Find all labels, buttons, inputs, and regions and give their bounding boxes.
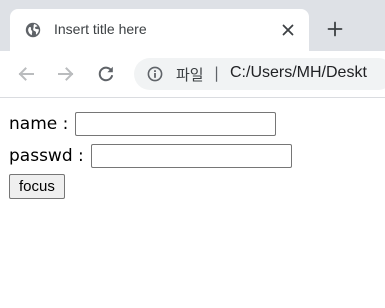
arrow-right-icon[interactable] xyxy=(56,64,76,84)
tab-title: Insert title here xyxy=(54,21,147,37)
passwd-input[interactable] xyxy=(90,144,292,168)
url-text[interactable]: C:/Users/MH/Deskt xyxy=(230,64,367,82)
url-scheme-label: 파일 xyxy=(176,66,204,84)
tab-strip: Insert title here xyxy=(0,0,385,51)
globe-icon xyxy=(25,22,41,38)
arrow-left-icon[interactable] xyxy=(16,64,36,84)
name-row: name : xyxy=(9,112,277,136)
passwd-row: passwd : xyxy=(9,144,292,168)
reload-icon[interactable] xyxy=(96,64,116,84)
plus-icon[interactable] xyxy=(327,21,343,37)
focus-button[interactable]: focus xyxy=(9,174,65,199)
active-tab[interactable]: Insert title here xyxy=(10,9,309,51)
info-icon[interactable] xyxy=(147,66,163,82)
page-content: name : passwd : focus xyxy=(0,98,385,308)
name-input[interactable] xyxy=(75,112,277,136)
address-bar[interactable]: 파일 | C:/Users/MH/Deskt xyxy=(134,58,385,90)
passwd-label: passwd : xyxy=(9,146,84,166)
close-icon[interactable] xyxy=(280,22,296,38)
toolbar: 파일 | C:/Users/MH/Deskt xyxy=(0,51,385,98)
url-separator: | xyxy=(214,64,220,82)
name-label: name : xyxy=(9,114,69,134)
browser-window: Insert title here 파일 | C:/Users/MH/Deskt… xyxy=(0,0,385,308)
